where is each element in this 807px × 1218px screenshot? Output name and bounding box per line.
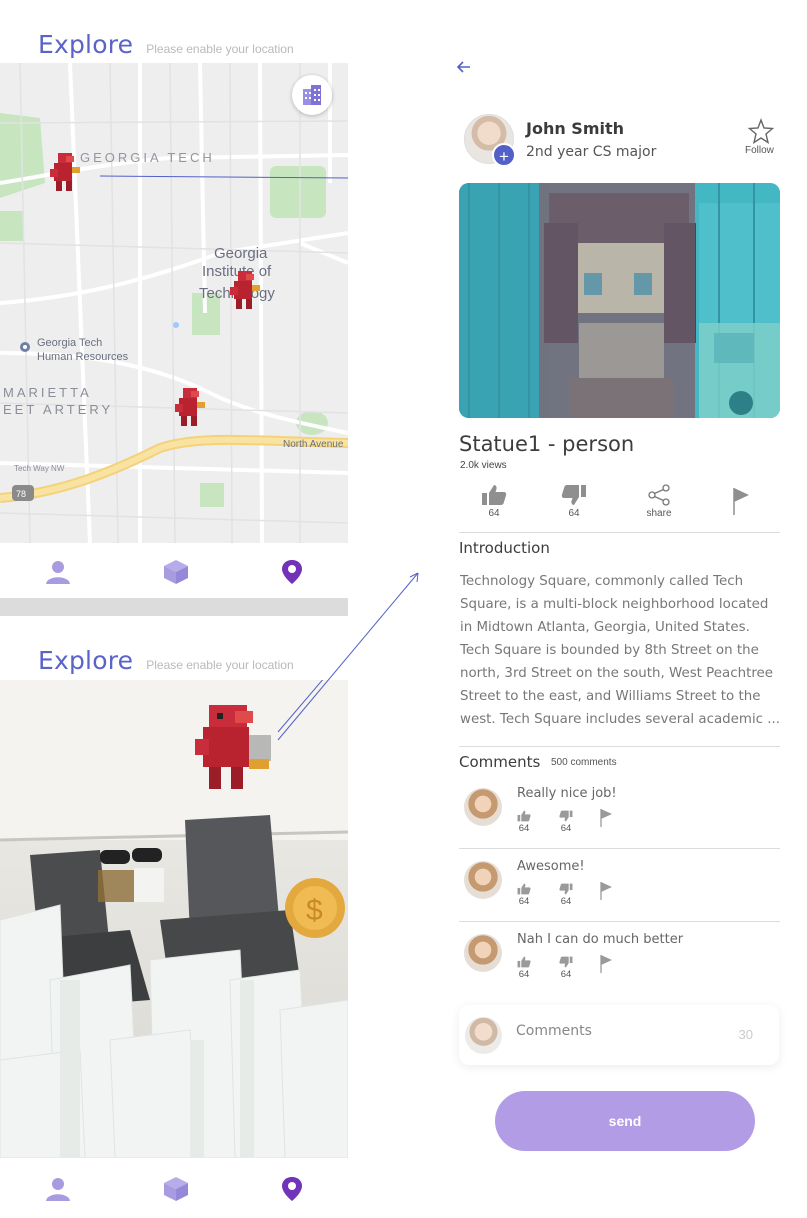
share-button[interactable]: share [639, 484, 679, 519]
comment-like-button[interactable]: 64 [514, 956, 534, 980]
comment-text: Nah I can do much better [517, 932, 684, 947]
add-friend-button[interactable]: + [492, 143, 516, 167]
comment-like-button[interactable]: 64 [514, 810, 534, 834]
map-label-tech-way: Tech Way NW [14, 464, 65, 473]
campus-map[interactable]: GEORGIA TECH Georgia Institute of Techno… [0, 63, 348, 543]
comments-count: 500 comments [551, 757, 617, 768]
comment-like-count: 64 [518, 969, 530, 980]
current-user-avatar [465, 1017, 502, 1054]
comment-input[interactable] [516, 1023, 716, 1039]
explore-header-bottom: Explore Please enable your location [38, 646, 294, 675]
thumbs-down-icon [559, 883, 573, 895]
comment-like-button[interactable]: 64 [514, 883, 534, 907]
map-label-artery-2: EET ARTERY [3, 402, 113, 417]
map-label-poi-2: Human Resources [37, 351, 129, 363]
map-label-route: 78 [16, 489, 26, 499]
flag-icon[interactable] [599, 954, 613, 974]
introduction-text: Technology Square, commonly called Tech … [460, 574, 781, 727]
like-button[interactable]: 64 [474, 484, 514, 519]
ar-camera-view[interactable]: $ [0, 680, 348, 1158]
thumbs-up-icon [482, 485, 507, 505]
dislike-button[interactable]: 64 [554, 484, 594, 519]
author-name[interactable]: John Smith [526, 119, 624, 138]
thumbs-down-icon [559, 810, 573, 822]
share-icon [648, 484, 670, 506]
svg-text:$: $ [306, 894, 323, 927]
comment-like-count: 64 [518, 823, 530, 834]
like-count: 64 [488, 508, 500, 519]
author-role: 2nd year CS major [526, 144, 657, 160]
report-button[interactable] [720, 486, 760, 516]
profile-nav-icon[interactable] [45, 559, 71, 585]
thumbs-up-icon [517, 956, 531, 968]
flag-icon[interactable] [599, 808, 613, 828]
statue-title: Statue1 - person [459, 432, 635, 456]
flag-icon [733, 488, 749, 515]
divider [459, 532, 780, 533]
thumbs-up-icon [517, 810, 531, 822]
comment-dislike-count: 64 [560, 969, 572, 980]
dislike-count: 64 [568, 508, 580, 519]
comment-dislike-button[interactable]: 64 [556, 810, 576, 834]
commenter-avatar[interactable] [464, 861, 502, 899]
flag-icon[interactable] [599, 881, 613, 901]
profile-nav-icon[interactable] [45, 1176, 71, 1202]
ar-cube-nav-icon[interactable] [163, 559, 189, 585]
map-label-artery-1: MARIETTA [3, 385, 92, 400]
comment-text: Awesome! [517, 859, 585, 874]
comment-text: Really nice job! [517, 786, 617, 801]
explore-header-top: Explore Please enable your location [38, 30, 294, 59]
comment-like-count: 64 [518, 896, 530, 907]
divider [459, 746, 780, 747]
follow-button[interactable]: Follow [745, 145, 774, 156]
comments-heading: Comments [459, 753, 541, 771]
back-arrow-icon[interactable] [455, 58, 473, 76]
flow-arrow [277, 572, 419, 741]
comment-composer: 30 [459, 1005, 779, 1065]
divider [459, 848, 780, 849]
ar-cube-nav-icon[interactable] [163, 1176, 189, 1202]
thumbs-down-icon [561, 485, 586, 505]
comment-dislike-count: 64 [560, 823, 572, 834]
map-label-institute-1: Georgia [214, 245, 268, 262]
statue-photo[interactable] [459, 183, 780, 418]
map-pin-nav-icon[interactable] [279, 1176, 305, 1202]
building-layer-button[interactable] [292, 75, 332, 115]
explore-title: Explore [38, 646, 134, 675]
thumbs-down-icon [559, 956, 573, 968]
thumbs-up-icon [517, 883, 531, 895]
divider [459, 921, 780, 922]
comment-dislike-count: 64 [560, 896, 572, 907]
introduction-heading: Introduction [459, 539, 550, 557]
share-label: share [646, 508, 672, 519]
comment-item: Nah I can do much better 64 64 [459, 926, 780, 998]
view-count: 2.0k views [460, 460, 507, 471]
comment-dislike-button[interactable]: 64 [556, 956, 576, 980]
map-label-poi-1: Georgia Tech [37, 337, 102, 349]
map-label-institute-2: Institute of [202, 263, 272, 280]
map-label-north-ave: North Avenue [283, 439, 344, 450]
comment-char-limit: 30 [738, 1027, 753, 1042]
commenter-avatar[interactable] [464, 934, 502, 972]
building-icon [303, 85, 321, 105]
send-button[interactable]: send [495, 1091, 755, 1151]
location-prompt[interactable]: Please enable your location [146, 42, 293, 56]
star-icon[interactable] [748, 118, 774, 144]
commenter-avatar[interactable] [464, 788, 502, 826]
comment-dislike-button[interactable]: 64 [556, 883, 576, 907]
bottom-nav-bottom [0, 1158, 348, 1218]
comment-item: Really nice job! 64 64 [459, 780, 780, 852]
explore-title: Explore [38, 30, 134, 59]
comment-item: Awesome! 64 64 [459, 853, 780, 925]
map-label-campus: GEORGIA TECH [80, 150, 215, 165]
